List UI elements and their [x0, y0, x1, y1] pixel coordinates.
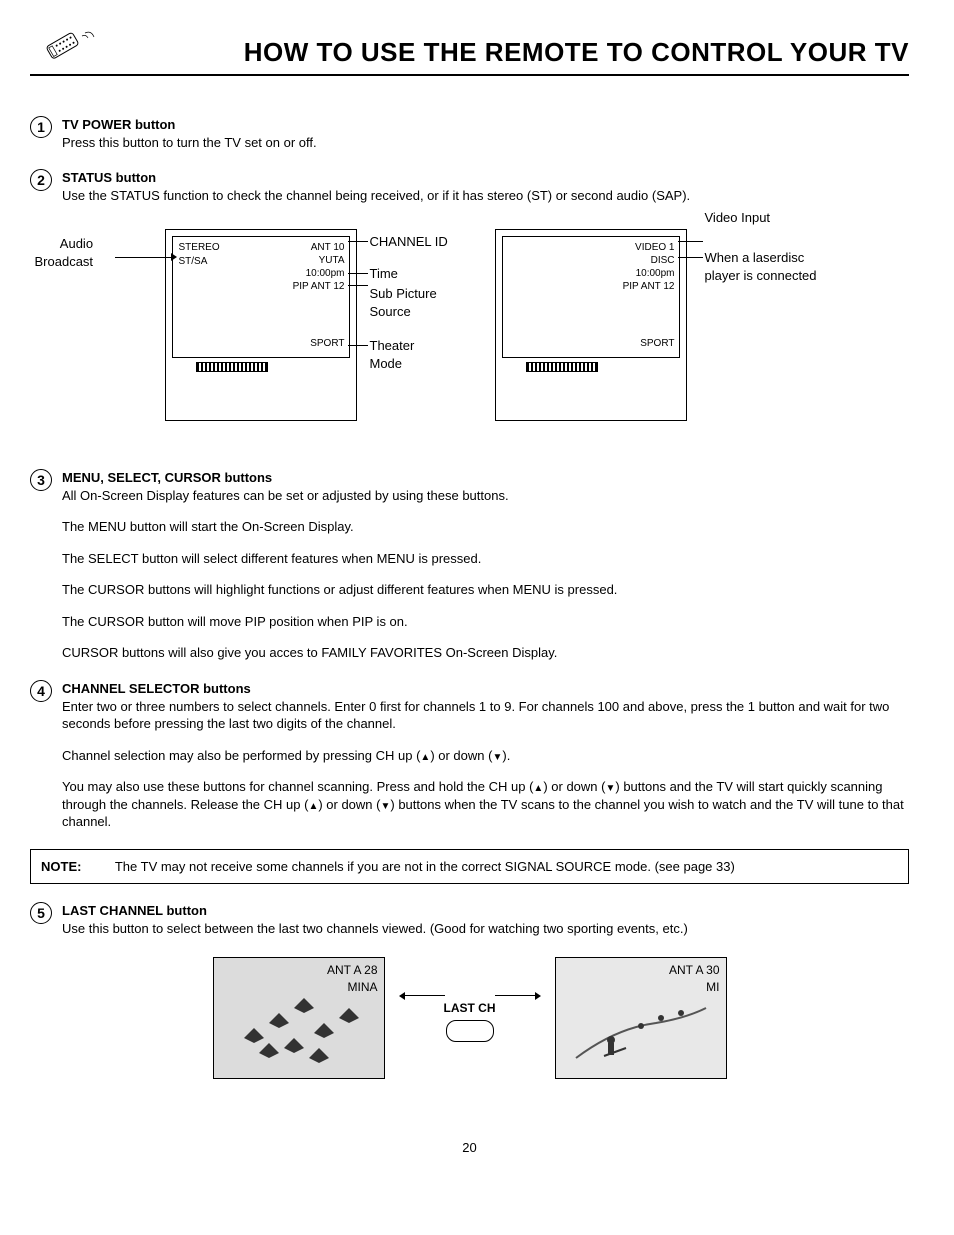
section-para: The SELECT button will select different …: [62, 550, 909, 568]
tv-screen: STEREOST/SA ANT 10 YUTA 10:00pm PIP ANT …: [172, 236, 350, 358]
osd-pip: PIP ANT 12: [623, 280, 675, 294]
osd-video1: VIDEO 1: [635, 241, 674, 255]
section-last-channel: 5 LAST CHANNEL button Use this button to…: [30, 902, 909, 937]
section-desc: Enter two or three numbers to select cha…: [62, 699, 889, 732]
label-laserdisc: When a laserdiscplayer is connected: [705, 249, 817, 284]
section-desc: Use this button to select between the la…: [62, 921, 688, 936]
title-rule: [30, 74, 909, 76]
tv-progress-bar: [196, 362, 268, 372]
status-diagram-row: AudioBroadcast STEREOST/SA ANT 10 YUTA 1…: [30, 229, 909, 439]
down-arrow-icon: ▼: [492, 751, 502, 765]
section-number: 4: [30, 680, 52, 702]
section-para: CURSOR buttons will also give you acces …: [62, 644, 909, 662]
last-ch-button[interactable]: [446, 1020, 494, 1042]
tv-outline: VIDEO 1 DISC 10:00pm PIP ANT 12 SPORT: [495, 229, 687, 421]
osd-yuta: YUTA: [319, 254, 345, 268]
status-diagram-left: AudioBroadcast STEREOST/SA ANT 10 YUTA 1…: [35, 229, 455, 439]
section-title: TV POWER button: [62, 117, 175, 132]
note-box: NOTE: The TV may not receive some channe…: [30, 849, 909, 885]
label-sub-picture: Sub PictureSource: [370, 285, 437, 320]
arrow-left-icon: [405, 995, 445, 996]
osd-ant: ANT 10: [311, 241, 345, 255]
section-title: STATUS button: [62, 170, 156, 185]
section-title: LAST CHANNEL button: [62, 903, 207, 918]
section-status: 2 STATUS button Use the STATUS function …: [30, 169, 909, 204]
section-desc: Press this button to turn the TV set on …: [62, 135, 317, 150]
note-text: The TV may not receive some channels if …: [115, 859, 735, 874]
status-diagram-right: VIDEO 1 DISC 10:00pm PIP ANT 12 SPORT Vi…: [485, 229, 905, 439]
last-channel-diagram: ANT A 28MINA LAST CH ANT A 30MI: [30, 957, 909, 1079]
up-arrow-icon: ▲: [420, 751, 430, 765]
label-audio-broadcast: AudioBroadcast: [35, 235, 94, 270]
osd-sport: SPORT: [310, 337, 344, 351]
section-tv-power: 1 TV POWER button Press this button to t…: [30, 116, 909, 151]
section-number: 3: [30, 469, 52, 491]
osd-overlay: ANT A 30MI: [669, 962, 719, 994]
up-arrow-icon: ▲: [308, 800, 318, 814]
section-para: The CURSOR button will move PIP position…: [62, 613, 909, 631]
tv-progress-bar: [526, 362, 598, 372]
tv-image-skier: ANT A 30MI: [555, 957, 727, 1079]
arrow-right-icon: [495, 995, 535, 996]
page-number: 20: [30, 1139, 909, 1157]
section-para: The CURSOR buttons will highlight functi…: [62, 581, 909, 599]
label-theater-mode: TheaterMode: [370, 337, 415, 372]
section-desc: Use the STATUS function to check the cha…: [62, 188, 690, 203]
tv-outline: STEREOST/SA ANT 10 YUTA 10:00pm PIP ANT …: [165, 229, 357, 421]
section-title: CHANNEL SELECTOR buttons: [62, 681, 251, 696]
section-para-scan: You may also use these buttons for chann…: [62, 778, 909, 831]
section-menu-select-cursor: 3 MENU, SELECT, CURSOR buttons All On-Sc…: [30, 469, 909, 662]
last-ch-button-group: LAST CH: [405, 995, 535, 1042]
section-para: The MENU button will start the On-Screen…: [62, 518, 909, 536]
osd-disc: DISC: [651, 254, 675, 268]
label-video-input: Video Input: [705, 209, 771, 227]
label-time: Time: [370, 265, 398, 283]
up-arrow-icon: ▲: [533, 782, 543, 796]
down-arrow-icon: ▼: [380, 800, 390, 814]
section-channel-selector: 4 CHANNEL SELECTOR buttons Enter two or …: [30, 680, 909, 831]
section-desc: All On-Screen Display features can be se…: [62, 488, 509, 503]
section-para-ch-up-down: Channel selection may also be performed …: [62, 747, 909, 765]
page-title: HOW TO USE THE REMOTE TO CONTROL YOUR TV: [120, 35, 909, 70]
page-header: HOW TO USE THE REMOTE TO CONTROL YOUR TV: [30, 30, 909, 70]
remote-control-icon: [30, 30, 100, 70]
section-number: 5: [30, 902, 52, 924]
osd-overlay: ANT A 28MINA: [327, 962, 377, 994]
section-number: 2: [30, 169, 52, 191]
osd-time: 10:00pm: [636, 267, 675, 281]
osd-pip: PIP ANT 12: [293, 280, 345, 294]
label-channel-id: CHANNEL ID: [370, 233, 448, 251]
osd-sport: SPORT: [640, 337, 674, 351]
osd-time: 10:00pm: [306, 267, 345, 281]
note-label: NOTE:: [41, 859, 81, 874]
tv-screen: VIDEO 1 DISC 10:00pm PIP ANT 12 SPORT: [502, 236, 680, 358]
section-title: MENU, SELECT, CURSOR buttons: [62, 470, 272, 485]
down-arrow-icon: ▼: [605, 782, 615, 796]
section-number: 1: [30, 116, 52, 138]
last-ch-label: LAST CH: [444, 1000, 496, 1016]
tv-image-planes: ANT A 28MINA: [213, 957, 385, 1079]
